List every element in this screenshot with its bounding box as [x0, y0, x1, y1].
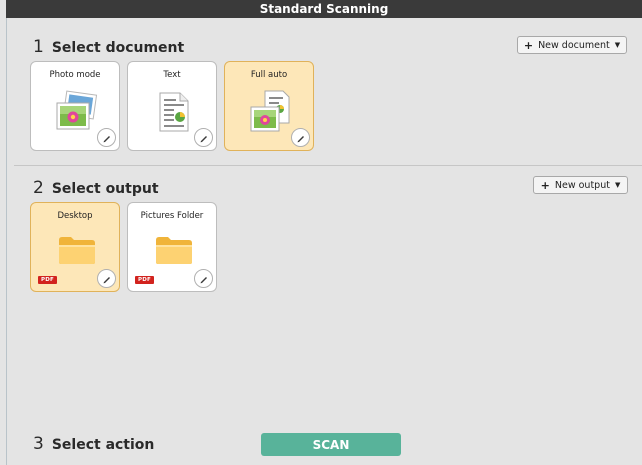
- window-titlebar: Standard Scanning: [6, 0, 642, 18]
- select-document-header: 1 Select document: [33, 37, 184, 57]
- card-label: Text: [163, 70, 181, 80]
- pencil-icon: [103, 135, 110, 142]
- edit-document-button[interactable]: [97, 128, 116, 147]
- card-label: Pictures Folder: [140, 211, 204, 221]
- plus-icon: +: [523, 38, 534, 52]
- new-output-button[interactable]: + New output ▼: [533, 176, 628, 194]
- scan-button[interactable]: SCAN: [261, 433, 401, 456]
- document-card-text[interactable]: Text: [127, 61, 217, 151]
- pencil-icon: [200, 135, 207, 142]
- edit-document-button[interactable]: [291, 128, 310, 147]
- scan-label: SCAN: [312, 437, 350, 452]
- pencil-icon: [297, 135, 304, 142]
- text-document-icon: [159, 92, 189, 132]
- select-action-header: 3 Select action: [33, 434, 154, 454]
- left-border: [6, 18, 7, 465]
- edit-document-button[interactable]: [194, 128, 213, 147]
- step-label: Select output: [51, 181, 159, 197]
- full-auto-icon: [250, 90, 290, 132]
- pencil-icon: [103, 276, 110, 283]
- select-output-header: 2 Select output: [33, 178, 159, 198]
- output-card-pictures-folder[interactable]: Pictures Folder PDF: [127, 202, 217, 292]
- step-label: Select action: [51, 437, 155, 453]
- step-number: 1: [33, 37, 44, 57]
- plus-icon: +: [540, 178, 550, 192]
- pdf-format-badge: PDF: [38, 276, 57, 284]
- window-title: Standard Scanning: [259, 2, 389, 16]
- output-card-desktop[interactable]: Desktop PDF: [30, 202, 120, 292]
- folder-icon: [156, 237, 192, 264]
- folder-icon: [59, 237, 95, 264]
- step-label: Select document: [51, 40, 185, 56]
- card-label: Full auto: [250, 70, 288, 80]
- edit-output-button[interactable]: [97, 269, 116, 288]
- new-document-label: New document: [538, 39, 610, 51]
- section-divider: [14, 165, 642, 166]
- document-card-photo-mode[interactable]: Photo mode: [30, 61, 120, 151]
- document-card-full-auto[interactable]: Full auto: [224, 61, 314, 151]
- card-label: Desktop: [57, 211, 93, 221]
- edit-output-button[interactable]: [194, 269, 213, 288]
- step-number: 2: [33, 178, 44, 198]
- pencil-icon: [200, 276, 207, 283]
- chevron-down-icon: ▼: [614, 181, 621, 189]
- new-output-label: New output: [554, 179, 610, 191]
- photo-mode-icon: [56, 90, 98, 130]
- chevron-down-icon: ▼: [614, 41, 621, 49]
- step-number: 3: [33, 434, 44, 454]
- card-label: Photo mode: [49, 70, 101, 80]
- pdf-format-badge: PDF: [135, 276, 154, 284]
- new-document-button[interactable]: + New document ▼: [517, 36, 627, 54]
